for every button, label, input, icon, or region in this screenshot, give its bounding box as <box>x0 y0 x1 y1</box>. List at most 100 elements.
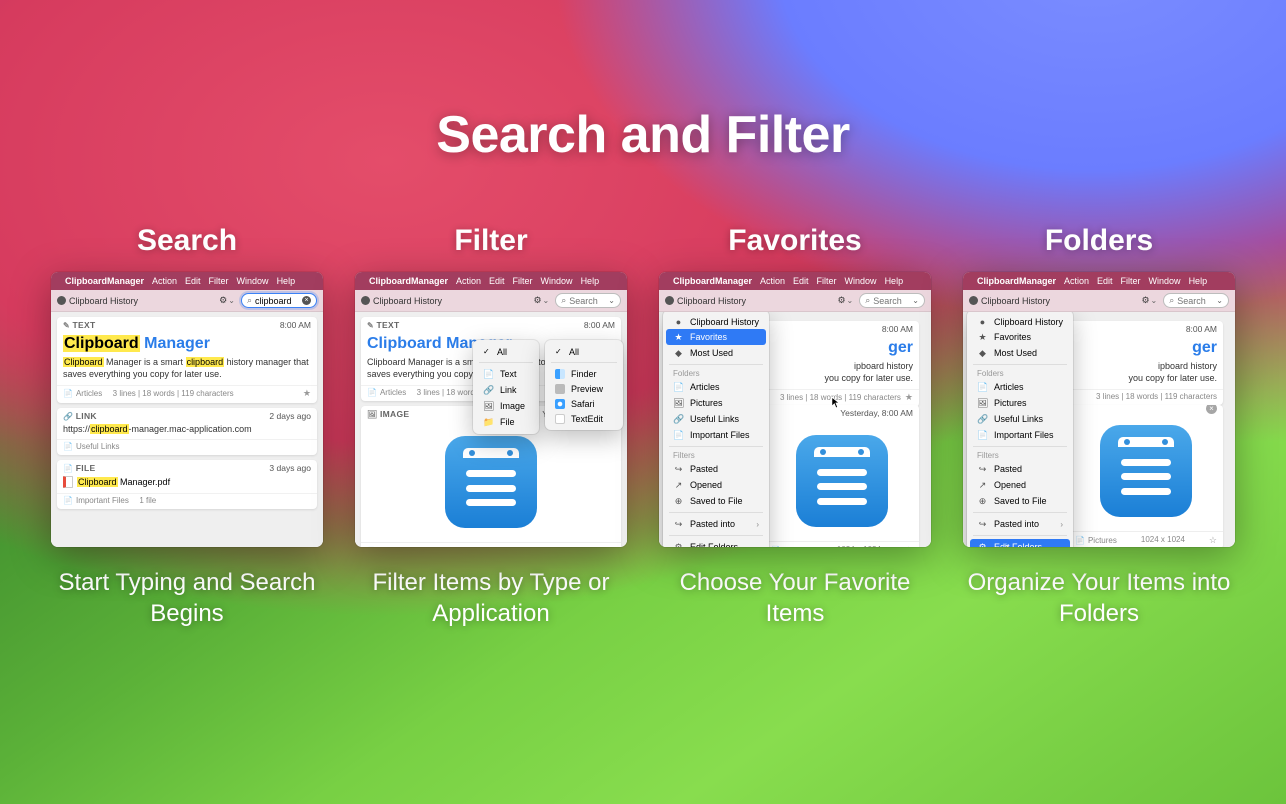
dd-filter-pasted[interactable]: ↪Pasted <box>663 461 769 477</box>
doc-icon: 📄 <box>977 430 988 441</box>
search-field[interactable]: ⌕⌄ <box>1163 293 1229 308</box>
dd-filter-opened[interactable]: ↗Opened <box>663 477 769 493</box>
dd-folder-pictures[interactable]: 🖼Pictures <box>967 395 1073 411</box>
dd-filter-opened[interactable]: ↗Opened <box>967 477 1073 493</box>
search-input[interactable] <box>569 296 607 306</box>
search-field[interactable]: ⌕⌄ <box>555 293 621 308</box>
chevron-down-icon[interactable]: ⌄ <box>1216 296 1223 305</box>
type-label: LINK <box>63 411 97 421</box>
dd-folder-links[interactable]: 🔗Useful Links <box>967 411 1073 427</box>
dd-filter-saved[interactable]: ⊕Saved to File <box>967 493 1073 509</box>
gear-button[interactable]: ⚙⌄ <box>837 295 853 306</box>
menu-action[interactable]: Action <box>760 276 785 286</box>
menubar: ClipboardManager Action Edit Filter Wind… <box>51 272 323 290</box>
menu-edit[interactable]: Edit <box>185 276 201 286</box>
clip-card-file[interactable]: FILE3 days ago Clipboard Manager.pdf 📄Im… <box>57 460 317 509</box>
dd-folder-articles[interactable]: 📄Articles <box>967 379 1073 395</box>
menu-edit[interactable]: Edit <box>793 276 809 286</box>
menu-window[interactable]: Window <box>845 276 877 286</box>
dd-folder-articles[interactable]: 📄Articles <box>663 379 769 395</box>
dd-most-used[interactable]: ◆Most Used <box>663 345 769 361</box>
filter-text-row[interactable]: 📄Text <box>473 366 539 382</box>
menu-action[interactable]: Action <box>456 276 481 286</box>
clip-card-text[interactable]: TEXT8:00 AM Clipboard Manager Clipboard … <box>57 317 317 403</box>
menu-filter[interactable]: Filter <box>513 276 533 286</box>
menu-help[interactable]: Help <box>1189 276 1208 286</box>
menu-action[interactable]: Action <box>1064 276 1089 286</box>
dd-edit-folders[interactable]: ⚙Edit Folders... <box>970 539 1070 547</box>
menu-window[interactable]: Window <box>1149 276 1181 286</box>
textedit-icon <box>555 414 565 424</box>
menu-window[interactable]: Window <box>237 276 269 286</box>
save-icon: ⊕ <box>977 496 988 507</box>
dd-folder-links[interactable]: 🔗Useful Links <box>663 411 769 427</box>
dd-filter-pasted[interactable]: ↪Pasted <box>967 461 1073 477</box>
close-icon[interactable]: × <box>1206 405 1217 414</box>
star-icon: ★ <box>977 332 988 343</box>
chevron-down-icon[interactable]: ⌄ <box>912 296 919 305</box>
col-heading: Search <box>51 224 323 258</box>
menu-window[interactable]: Window <box>541 276 573 286</box>
col-caption: Filter Items by Type or Application <box>355 567 627 629</box>
type-label: FILE <box>63 463 95 473</box>
share-icon: ↪ <box>673 519 684 530</box>
menu-filter[interactable]: Filter <box>817 276 837 286</box>
favorite-star-icon[interactable]: ★ <box>905 392 913 403</box>
filter-app-finder[interactable]: Finder <box>545 366 623 381</box>
search-input[interactable] <box>255 296 299 306</box>
chevron-down-icon[interactable]: ⌄ <box>608 296 615 305</box>
history-dropdown-button[interactable]: Clipboard History <box>361 296 442 306</box>
menu-help[interactable]: Help <box>885 276 904 286</box>
dd-most-used[interactable]: ◆Most Used <box>967 345 1073 361</box>
search-input[interactable] <box>873 296 911 306</box>
dd-folder-pictures[interactable]: 🖼Pictures <box>663 395 769 411</box>
menu-edit[interactable]: Edit <box>1097 276 1113 286</box>
filter-file-row[interactable]: 📁File <box>473 414 539 430</box>
menu-help[interactable]: Help <box>277 276 296 286</box>
column-search: Search ClipboardManager Action Edit Filt… <box>51 224 323 629</box>
dd-folder-important[interactable]: 📄Important Files <box>663 427 769 443</box>
dd-edit-folders[interactable]: ⚙Edit Folders... <box>663 539 769 547</box>
search-input[interactable] <box>1177 296 1215 306</box>
search-field[interactable]: ⌕× <box>241 293 317 308</box>
dd-favorites[interactable]: ★Favorites <box>666 329 766 345</box>
history-dropdown-button[interactable]: Clipboard History <box>665 296 746 306</box>
filter-all-apps-row[interactable]: ✓All <box>545 344 623 359</box>
filter-app-preview[interactable]: Preview <box>545 381 623 396</box>
dd-favorites[interactable]: ★Favorites <box>967 329 1073 345</box>
filter-link-row[interactable]: 🔗Link <box>473 382 539 398</box>
gear-button[interactable]: ⚙⌄ <box>219 295 235 306</box>
dd-filter-saved[interactable]: ⊕Saved to File <box>663 493 769 509</box>
toolbar: Clipboard History ⚙⌄ ⌕⌄ <box>963 290 1235 312</box>
col-caption: Organize Your Items into Folders <box>963 567 1235 629</box>
filter-app-textedit[interactable]: TextEdit <box>545 411 623 426</box>
menu-help[interactable]: Help <box>581 276 600 286</box>
dd-pasted-into[interactable]: ↪Pasted into› <box>967 516 1073 532</box>
clip-card-image-bg: Yesterday, 8:00 AM 📄Pictures1024 x 1024☆ <box>765 405 919 547</box>
history-dropdown-button[interactable]: Clipboard History <box>969 296 1050 306</box>
image-icon: 🖼 <box>977 398 988 409</box>
filter-all-row[interactable]: ✓All <box>473 344 539 359</box>
filter-app-safari[interactable]: Safari <box>545 396 623 411</box>
favorite-star-icon[interactable]: ★ <box>303 388 311 399</box>
type-label: TEXT <box>63 320 95 330</box>
search-field[interactable]: ⌕⌄ <box>859 293 925 308</box>
doc-icon: 📄 <box>673 382 684 393</box>
dd-pasted-into[interactable]: ↪Pasted into› <box>663 516 769 532</box>
search-icon: ⌕ <box>1169 295 1174 306</box>
menu-action[interactable]: Action <box>152 276 177 286</box>
clip-card-link[interactable]: LINK2 days ago https://clipboard-manager… <box>57 408 317 455</box>
clear-search-icon[interactable]: × <box>302 296 311 305</box>
menu-filter[interactable]: Filter <box>209 276 229 286</box>
dd-folder-important[interactable]: 📄Important Files <box>967 427 1073 443</box>
dd-history[interactable]: ●Clipboard History <box>967 314 1073 329</box>
favorite-star-icon[interactable]: ☆ <box>607 546 615 547</box>
filter-image-row[interactable]: 🖼Image <box>473 398 539 414</box>
gear-button[interactable]: ⚙⌄ <box>1141 295 1157 306</box>
menu-filter[interactable]: Filter <box>1121 276 1141 286</box>
menu-edit[interactable]: Edit <box>489 276 505 286</box>
dd-history[interactable]: ●Clipboard History <box>663 314 769 329</box>
history-dropdown-button[interactable]: Clipboard History <box>57 296 138 306</box>
gear-button[interactable]: ⚙⌄ <box>533 295 549 306</box>
pdf-icon <box>63 476 73 488</box>
